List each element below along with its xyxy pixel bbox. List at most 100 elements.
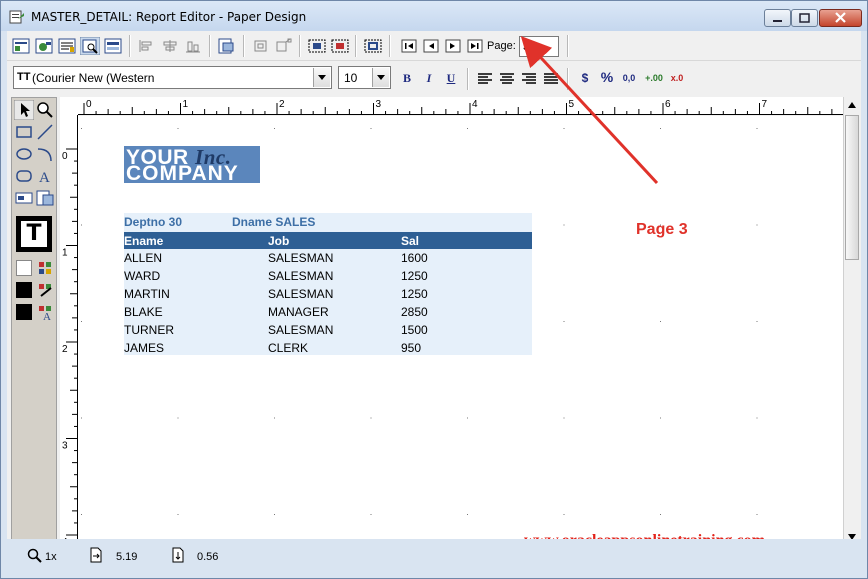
size-dropdown-button[interactable] xyxy=(372,68,389,87)
text-color-swatch[interactable] xyxy=(16,304,32,320)
table-row[interactable]: TURNER SALESMAN 1500 xyxy=(124,321,532,339)
title-bar[interactable]: MASTER_DETAIL: Report Editor - Paper Des… xyxy=(1,1,867,31)
justify-icon[interactable] xyxy=(541,70,561,88)
remove-decimal-button[interactable]: x.0 xyxy=(667,73,687,89)
align-center-icon[interactable] xyxy=(497,70,517,88)
parameter-form-icon[interactable] xyxy=(103,37,123,55)
confine-mode-icon[interactable] xyxy=(363,37,383,55)
table-row[interactable]: MARTIN SALESMAN 1250 xyxy=(124,285,532,303)
font-select[interactable]: TT (Courier New (Western xyxy=(13,66,332,89)
cell-job[interactable]: SALESMAN xyxy=(268,269,333,283)
vertical-ruler: 01234 xyxy=(60,115,78,546)
ungroup-icon[interactable] xyxy=(274,37,294,55)
line-color-swatch[interactable] xyxy=(16,282,32,298)
report-block-tool-icon[interactable] xyxy=(35,188,55,208)
rounded-rectangle-tool-icon[interactable] xyxy=(14,166,34,186)
master-deptno[interactable]: Deptno 30 xyxy=(124,215,182,229)
toolbar-separator xyxy=(467,68,469,90)
group-icon[interactable] xyxy=(251,37,271,55)
table-row[interactable]: BLAKE MANAGER 2850 xyxy=(124,303,532,321)
cell-job[interactable]: MANAGER xyxy=(268,305,329,319)
line-color-icon[interactable] xyxy=(35,280,55,300)
cell-job[interactable]: SALESMAN xyxy=(268,323,333,337)
fill-color-swatch[interactable] xyxy=(16,260,32,276)
arc-tool-icon[interactable] xyxy=(35,144,55,164)
percent-button[interactable]: % xyxy=(599,69,615,85)
align-bottom-objects-icon[interactable] xyxy=(183,37,203,55)
previous-page-icon[interactable] xyxy=(421,37,441,55)
cell-sal[interactable]: 1500 xyxy=(401,323,428,337)
text-tool-icon[interactable]: A xyxy=(35,166,55,186)
cell-sal[interactable]: 2850 xyxy=(401,305,428,319)
grid-dot xyxy=(563,321,565,322)
header-ename[interactable]: Ename xyxy=(124,234,163,248)
cell-sal[interactable]: 1250 xyxy=(401,269,428,283)
scroll-up-icon[interactable] xyxy=(847,101,857,109)
header-job[interactable]: Job xyxy=(268,234,289,248)
minimize-button[interactable] xyxy=(764,9,791,27)
maximize-button[interactable] xyxy=(791,9,818,27)
cell-ename[interactable]: MARTIN xyxy=(124,287,170,301)
underline-button[interactable]: U xyxy=(443,71,459,87)
next-page-icon[interactable] xyxy=(443,37,463,55)
cell-ename[interactable]: ALLEN xyxy=(124,251,162,265)
text-style-preview[interactable]: T xyxy=(16,216,52,252)
vertical-scrollbar[interactable] xyxy=(843,97,860,546)
header-sal[interactable]: Sal xyxy=(401,234,419,248)
add-decimal-button[interactable]: +.00 xyxy=(643,73,665,89)
magnify-icon[interactable] xyxy=(35,100,55,120)
company-logo[interactable]: YOUR Inc. COMPANY xyxy=(124,146,260,185)
comma-button[interactable]: 0,0 xyxy=(619,73,639,89)
cell-ename[interactable]: JAMES xyxy=(124,341,164,355)
currency-button[interactable]: $ xyxy=(577,71,593,87)
toolbar-separator xyxy=(567,35,569,57)
last-page-icon[interactable] xyxy=(465,37,485,55)
table-row[interactable]: ALLEN SALESMAN 1600 xyxy=(124,249,532,267)
ruler-label: 4 xyxy=(472,99,478,110)
cell-ename[interactable]: BLAKE xyxy=(124,305,163,319)
align-left-objects-icon[interactable] xyxy=(137,37,157,55)
paper-layout-icon[interactable] xyxy=(57,37,77,55)
page-number-input[interactable] xyxy=(519,36,559,57)
cell-job[interactable]: SALESMAN xyxy=(268,287,333,301)
italic-button[interactable]: I xyxy=(421,71,437,87)
bold-button[interactable]: B xyxy=(399,71,415,87)
vertical-scroll-thumb[interactable] xyxy=(845,115,859,260)
web-source-icon[interactable] xyxy=(34,37,54,55)
paper-design-icon[interactable] xyxy=(80,37,100,55)
fill-color-icon[interactable] xyxy=(35,258,55,278)
text-color-icon[interactable]: A xyxy=(35,302,55,322)
align-right-icon[interactable] xyxy=(519,70,539,88)
frame-select-icon[interactable] xyxy=(330,37,350,55)
select-parent-frame-icon[interactable] xyxy=(307,37,327,55)
align-center-objects-icon[interactable] xyxy=(160,37,180,55)
paper-design-canvas[interactable]: YOUR Inc. COMPANY Deptno 30 Dname SALES … xyxy=(78,116,843,546)
font-size-select[interactable]: 10 xyxy=(338,66,391,89)
cell-job[interactable]: SALESMAN xyxy=(268,251,333,265)
rectangle-tool-icon[interactable] xyxy=(14,122,34,142)
window-title: MASTER_DETAIL: Report Editor - Paper Des… xyxy=(31,10,307,24)
data-model-icon[interactable] xyxy=(11,37,31,55)
cell-ename[interactable]: WARD xyxy=(124,269,160,283)
cell-sal[interactable]: 1250 xyxy=(401,287,428,301)
cell-job[interactable]: CLERK xyxy=(268,341,308,355)
close-button[interactable] xyxy=(819,9,862,27)
font-dropdown-button[interactable] xyxy=(313,68,330,87)
first-page-icon[interactable] xyxy=(399,37,419,55)
select-arrow-icon[interactable] xyxy=(14,100,34,120)
table-row[interactable]: WARD SALESMAN 1250 xyxy=(124,267,532,285)
master-dname[interactable]: Dname SALES xyxy=(232,215,315,229)
grid-dot xyxy=(563,224,565,226)
field-tool-icon[interactable] xyxy=(14,188,34,208)
ellipse-tool-icon[interactable] xyxy=(14,144,34,164)
cell-sal[interactable]: 1600 xyxy=(401,251,428,265)
line-tool-icon[interactable] xyxy=(35,122,55,142)
align-left-icon[interactable] xyxy=(475,70,495,88)
report-frame[interactable]: Deptno 30 Dname SALES Ename Job Sal ALLE… xyxy=(124,213,532,355)
cell-sal[interactable]: 950 xyxy=(401,341,421,355)
cell-ename[interactable]: TURNER xyxy=(124,323,174,337)
toolbar-separator xyxy=(129,35,131,57)
bring-to-front-icon[interactable] xyxy=(217,37,237,55)
table-row[interactable]: JAMES CLERK 950 xyxy=(124,339,532,357)
grid-dot xyxy=(177,417,179,419)
